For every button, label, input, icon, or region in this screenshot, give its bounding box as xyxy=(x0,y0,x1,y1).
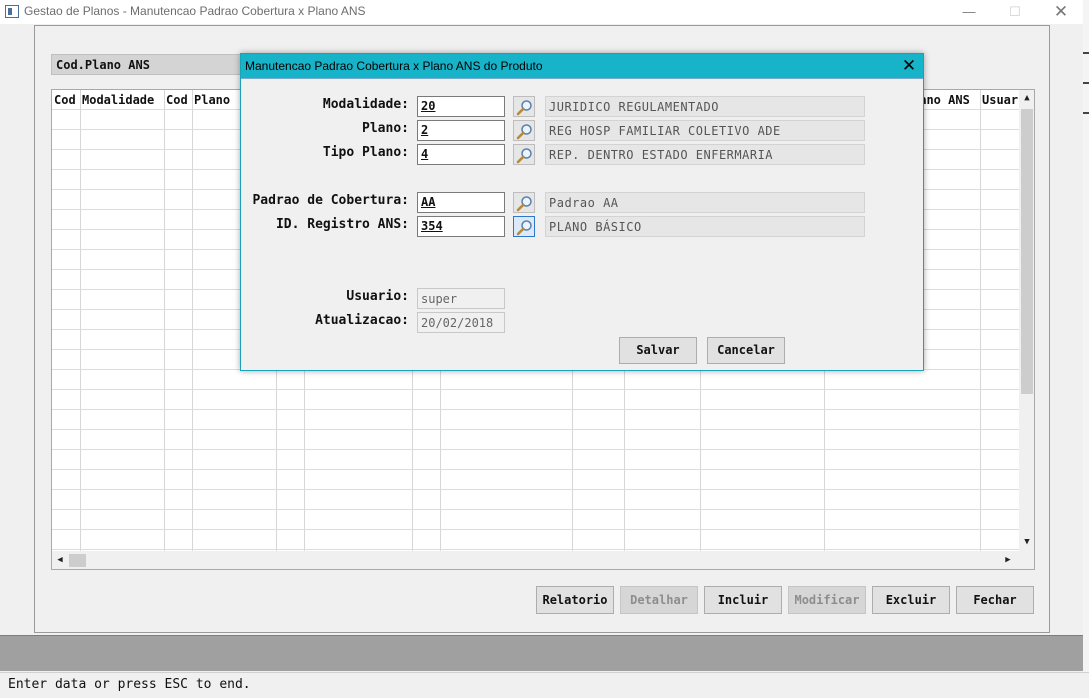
scroll-right-arrow-icon[interactable]: ▶ xyxy=(1000,551,1016,569)
id-registro-ans-lookup-button[interactable] xyxy=(513,216,535,237)
dialog-title: Manutencao Padrao Cobertura x Plano ANS … xyxy=(245,59,543,73)
vertical-scrollbar[interactable]: ▲ ▼ xyxy=(1019,90,1034,551)
grid-row-divider xyxy=(52,469,1019,470)
grid-column-divider xyxy=(192,90,193,551)
plano-label: Plano: xyxy=(362,121,409,136)
window-title: Gestao de Planos - Manutencao Padrao Cob… xyxy=(24,4,366,18)
salvar-button[interactable]: Salvar xyxy=(619,337,697,364)
column-header-cod-plano[interactable]: Cod xyxy=(164,90,192,109)
atualizacao-label: Atualizacao: xyxy=(315,313,409,328)
atualizacao-value: 20/02/2018 xyxy=(417,312,505,333)
cancelar-button[interactable]: Cancelar xyxy=(707,337,785,364)
tipo-plano-lookup-button[interactable] xyxy=(513,144,535,165)
status-strip xyxy=(0,635,1083,671)
magnifier-icon xyxy=(516,100,532,116)
status-message: Enter data or press ESC to end. xyxy=(8,677,251,692)
horizontal-scroll-thumb[interactable] xyxy=(69,554,86,567)
grid-row-divider xyxy=(52,409,1019,410)
scroll-down-arrow-icon[interactable]: ▼ xyxy=(1019,534,1034,551)
column-header-plano[interactable]: Plano xyxy=(192,90,240,109)
edge-mark xyxy=(1083,52,1089,54)
minimize-button[interactable]: — xyxy=(946,0,992,24)
fechar-button[interactable]: Fechar xyxy=(956,586,1034,614)
magnifier-icon xyxy=(516,124,532,140)
id-registro-ans-input[interactable]: 354 xyxy=(417,216,505,237)
modalidade-label: Modalidade: xyxy=(322,97,409,112)
tipo-plano-input[interactable]: 4 xyxy=(417,144,505,165)
dialog-body: Modalidade: 20 JURIDICO REGULAMENTADO Pl… xyxy=(241,78,923,370)
column-header-cod[interactable]: Cod xyxy=(52,90,80,109)
padrao-cobertura-lookup-button[interactable] xyxy=(513,192,535,213)
close-window-button[interactable]: ✕ xyxy=(1038,0,1084,24)
padrao-cobertura-dialog: Manutencao Padrao Cobertura x Plano ANS … xyxy=(240,53,924,371)
grid-row-divider xyxy=(52,509,1019,510)
tipo-plano-description: REP. DENTRO ESTADO ENFERMARIA xyxy=(545,144,865,165)
tipo-plano-label: Tipo Plano: xyxy=(322,145,409,160)
maximize-button[interactable]: ☐ xyxy=(992,0,1038,24)
edge-mark xyxy=(1083,112,1089,114)
dialog-close-icon[interactable]: ✕ xyxy=(895,54,923,78)
horizontal-scrollbar[interactable]: ◀ ▶ xyxy=(52,551,1019,569)
detalhar-button[interactable]: Detalhar xyxy=(620,586,698,614)
modalidade-lookup-button[interactable] xyxy=(513,96,535,117)
vertical-scroll-thumb[interactable] xyxy=(1021,109,1033,394)
search-plano-ans-field[interactable]: Cod.Plano ANS xyxy=(51,54,241,75)
padrao-cobertura-description: Padrao AA xyxy=(545,192,865,213)
grid-row-divider xyxy=(52,529,1019,530)
plano-input[interactable]: 2 xyxy=(417,120,505,141)
column-header-modalidade[interactable]: Modalidade xyxy=(80,90,164,109)
grid-column-divider xyxy=(80,90,81,551)
padrao-cobertura-label: Padrao de Cobertura: xyxy=(252,193,409,208)
modalidade-input[interactable]: 20 xyxy=(417,96,505,117)
grid-row-divider xyxy=(52,489,1019,490)
app-icon xyxy=(5,5,19,18)
magnifier-icon xyxy=(516,220,532,236)
modalidade-description: JURIDICO REGULAMENTADO xyxy=(545,96,865,117)
window-edge xyxy=(1083,0,1089,698)
scroll-left-arrow-icon[interactable]: ◀ xyxy=(52,551,68,569)
scroll-up-arrow-icon[interactable]: ▲ xyxy=(1019,90,1034,107)
id-registro-ans-description: PLANO BÁSICO xyxy=(545,216,865,237)
excluir-button[interactable]: Excluir xyxy=(872,586,950,614)
usuario-label: Usuario: xyxy=(346,289,409,304)
grid-row-divider xyxy=(52,549,1019,550)
grid-row-divider xyxy=(52,449,1019,450)
usuario-value: super xyxy=(417,288,505,309)
column-header-usuario[interactable]: Usuar xyxy=(980,90,1020,109)
scrollbar-corner xyxy=(1019,551,1034,569)
grid-column-divider xyxy=(164,90,165,551)
padrao-cobertura-input[interactable]: AA xyxy=(417,192,505,213)
magnifier-icon xyxy=(516,148,532,164)
edge-mark xyxy=(1083,82,1089,84)
plano-description: REG HOSP FAMILIAR COLETIVO ADE xyxy=(545,120,865,141)
grid-row-divider xyxy=(52,429,1019,430)
magnifier-icon xyxy=(516,196,532,212)
modificar-button[interactable]: Modificar xyxy=(788,586,866,614)
relatorio-button[interactable]: Relatorio xyxy=(536,586,614,614)
grid-column-divider xyxy=(980,90,981,551)
plano-lookup-button[interactable] xyxy=(513,120,535,141)
grid-row-divider xyxy=(52,389,1019,390)
id-registro-ans-label: ID. Registro ANS: xyxy=(275,217,409,232)
incluir-button[interactable]: Incluir xyxy=(704,586,782,614)
